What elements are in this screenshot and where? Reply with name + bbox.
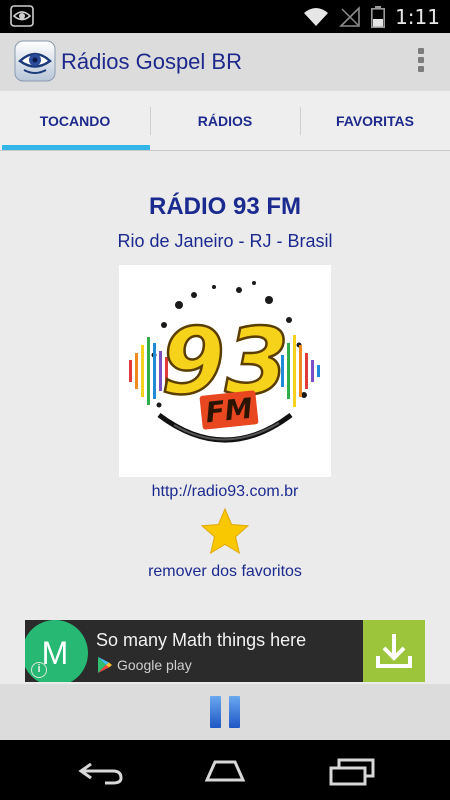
station-name: RÁDIO 93 FM — [148, 193, 301, 220]
recent-apps-icon[interactable] — [327, 756, 375, 786]
google-play-icon — [98, 657, 112, 673]
tab-bar: TOCANDO RÁDIOS FAVORITAS — [0, 91, 450, 151]
app-bar: Rádios Gospel BR — [0, 33, 450, 91]
navigation-bar — [0, 740, 450, 800]
home-icon[interactable] — [201, 756, 249, 786]
player-bar — [0, 684, 450, 740]
battery-icon — [371, 6, 386, 28]
ad-banner[interactable]: M i So many Math things here Google play — [25, 620, 425, 682]
station-logo: 93 FM — [119, 265, 331, 477]
status-bar: 1:11 — [0, 0, 450, 33]
status-icons: 1:11 — [303, 4, 440, 30]
no-signal-icon — [339, 6, 360, 27]
download-button[interactable] — [363, 620, 425, 682]
eye-notification-icon — [10, 5, 34, 27]
tab-label: FAVORITAS — [335, 112, 415, 129]
station-location: Rio de Janeiro - RJ - Brasil — [117, 231, 333, 251]
eye-app-icon[interactable] — [14, 40, 56, 82]
remove-favorite-link[interactable]: remover dos favoritos — [0, 563, 450, 581]
tab-tocando[interactable]: TOCANDO — [0, 91, 150, 150]
logo-fm: FM — [204, 392, 254, 430]
tab-label: TOCANDO — [39, 112, 111, 129]
tab-favoritas[interactable]: FAVORITAS — [300, 91, 450, 150]
download-icon — [376, 634, 412, 668]
ad-headline: So many Math things here — [96, 630, 307, 650]
status-time: 1:11 — [395, 5, 440, 29]
app-title: Rádios Gospel BR — [61, 49, 242, 74]
star-icon[interactable] — [199, 507, 251, 557]
now-playing-panel: RÁDIO 93 FM Rio de Janeiro - RJ - Brasil — [0, 151, 450, 684]
info-icon[interactable]: i — [31, 662, 47, 678]
wifi-icon — [304, 8, 329, 26]
station-logo-image: 93 FM — [129, 281, 320, 443]
pause-icon[interactable] — [208, 695, 242, 729]
overflow-menu-icon[interactable] — [416, 48, 426, 76]
ad-store-badge: Google play — [97, 656, 192, 674]
tab-radios[interactable]: RÁDIOS — [150, 91, 300, 150]
ad-store-label: Google play — [117, 657, 192, 673]
back-icon[interactable] — [77, 756, 125, 786]
tab-label: RÁDIOS — [197, 112, 253, 129]
station-url-link[interactable]: http://radio93.com.br — [0, 483, 450, 501]
